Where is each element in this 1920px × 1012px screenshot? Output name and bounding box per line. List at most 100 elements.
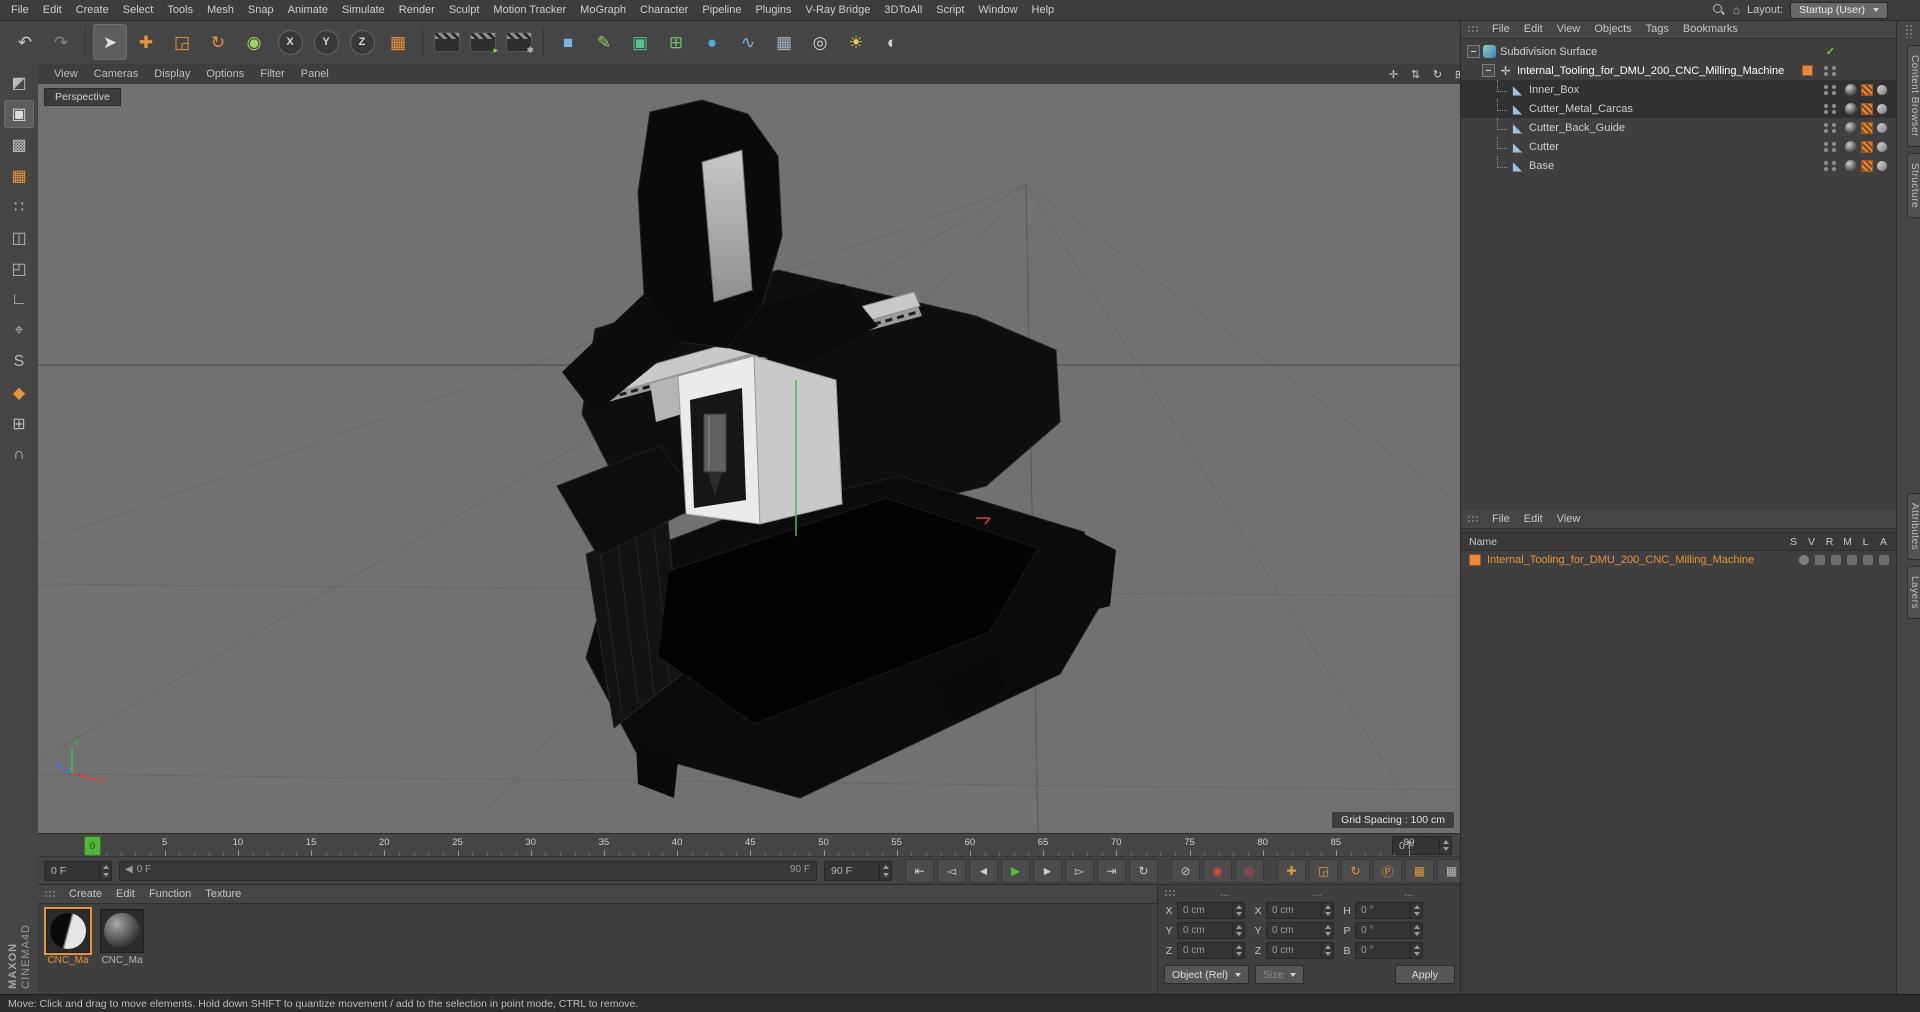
- material-menu-edit[interactable]: Edit: [109, 887, 142, 901]
- search-icon[interactable]: [1712, 3, 1726, 17]
- spinner[interactable]: [1232, 943, 1244, 958]
- phong-tag-icon[interactable]: [1877, 141, 1887, 152]
- visibility-dot-icon[interactable]: [1824, 90, 1828, 95]
- om-menu-objects[interactable]: Objects: [1587, 22, 1638, 36]
- spinner[interactable]: [1321, 923, 1333, 938]
- column-header-l[interactable]: L: [1860, 536, 1871, 548]
- redo-button[interactable]: ↷: [44, 24, 78, 60]
- layer-color-chip[interactable]: [1469, 553, 1481, 566]
- object-row-cutter-metal-carcas[interactable]: ◣ Cutter_Metal_Carcas: [1461, 99, 1897, 118]
- texture-tag-icon[interactable]: [1861, 83, 1873, 96]
- visibility-dot-icon[interactable]: [1831, 71, 1836, 76]
- apply-button[interactable]: Apply: [1394, 965, 1455, 984]
- coordinate-field-z-1[interactable]: 0 cm: [1266, 942, 1334, 959]
- panel-grip[interactable]: [1904, 24, 1914, 38]
- axis-mode-button[interactable]: ∟: [4, 286, 34, 314]
- visibility-dot-icon[interactable]: [1831, 122, 1836, 127]
- spinner[interactable]: [99, 862, 111, 880]
- current-frame-marker[interactable]: 0: [84, 836, 101, 856]
- material-tag-icon[interactable]: [1845, 121, 1857, 134]
- visibility-dot-icon[interactable]: [1824, 109, 1828, 114]
- size-mode-dropdown[interactable]: Size: [1255, 965, 1305, 984]
- key-rotation-button[interactable]: ↻: [1341, 859, 1370, 883]
- visibility-dots[interactable]: [1824, 160, 1837, 171]
- visibility-dot-icon[interactable]: [1824, 84, 1828, 89]
- render-toggle[interactable]: [1831, 554, 1841, 565]
- visibility-dot-icon[interactable]: [1824, 65, 1828, 70]
- coordinate-field-y-1[interactable]: 0 cm: [1266, 922, 1334, 939]
- spline-tool-button[interactable]: ∿: [731, 24, 765, 60]
- scale-tool-button[interactable]: ◲: [165, 24, 199, 60]
- phong-tag-icon[interactable]: [1877, 160, 1887, 171]
- object-row-inner-box[interactable]: ◣ Inner_Box: [1461, 80, 1897, 99]
- viewport-menu-panel[interactable]: Panel: [293, 67, 337, 81]
- column-header-v[interactable]: V: [1806, 536, 1817, 548]
- menu-simulate[interactable]: Simulate: [335, 3, 392, 17]
- next-frame-button[interactable]: ►: [1033, 859, 1062, 883]
- rotate-view-button[interactable]: ↻: [1429, 67, 1446, 82]
- menu-help[interactable]: Help: [1025, 3, 1062, 17]
- preview-range-slider[interactable]: ◀ 0 F 90 F: [119, 861, 817, 881]
- edge-tab-attributes[interactable]: Attributes: [1907, 493, 1920, 561]
- visibility-dot-icon[interactable]: [1831, 90, 1836, 95]
- viewport-menu-filter[interactable]: Filter: [252, 67, 292, 81]
- material-menu-create[interactable]: Create: [62, 887, 109, 901]
- material-tag-icon[interactable]: [1845, 159, 1857, 172]
- menu-character[interactable]: Character: [633, 3, 695, 17]
- keying-settings-button[interactable]: ◎: [1235, 859, 1264, 883]
- menu-pipeline[interactable]: Pipeline: [695, 3, 748, 17]
- animate-toggle[interactable]: [1879, 554, 1889, 565]
- subdivision-surface-tool-button[interactable]: ▣: [623, 24, 657, 60]
- spinner[interactable]: [1410, 923, 1422, 938]
- viewport-menu-options[interactable]: Options: [198, 67, 252, 81]
- visibility-dot-icon[interactable]: [1831, 141, 1836, 146]
- zoom-view-button[interactable]: ⇅: [1407, 67, 1424, 82]
- phong-tag-icon[interactable]: [1877, 84, 1887, 95]
- menu-animate[interactable]: Animate: [281, 3, 335, 17]
- view-toggle[interactable]: [1815, 554, 1825, 565]
- spinner[interactable]: [1232, 923, 1244, 938]
- layer-row[interactable]: Internal_Tooling_for_DMU_200_CNC_Milling…: [1461, 550, 1897, 569]
- menu-snap[interactable]: Snap: [241, 3, 281, 17]
- coordinate-field-y-0[interactable]: 0 cm: [1177, 922, 1245, 939]
- visibility-dot-icon[interactable]: [1824, 166, 1828, 171]
- phong-tag-icon[interactable]: [1877, 103, 1887, 114]
- key-position-button[interactable]: ✚: [1277, 859, 1306, 883]
- coordinate-field-b-2[interactable]: 0 °: [1355, 942, 1423, 959]
- current-frame-field[interactable]: 0 F: [44, 861, 112, 881]
- panel-grip[interactable]: [1467, 24, 1480, 34]
- coordinate-system-button[interactable]: ▦: [381, 24, 415, 60]
- visibility-dot-icon[interactable]: [1824, 71, 1828, 76]
- layer-chip[interactable]: [1802, 65, 1813, 76]
- object-mode-dropdown[interactable]: Object (Rel): [1164, 965, 1250, 984]
- visibility-dot-icon[interactable]: [1824, 160, 1828, 165]
- render-view-button[interactable]: [430, 24, 464, 60]
- polygons-mode-button[interactable]: ◰: [4, 255, 34, 283]
- visibility-dot-icon[interactable]: [1824, 147, 1828, 152]
- visibility-dot-icon[interactable]: [1831, 84, 1836, 89]
- column-header-a[interactable]: A: [1878, 536, 1889, 548]
- material-menu-texture[interactable]: Texture: [198, 887, 248, 901]
- end-frame-field[interactable]: 90 F: [824, 861, 892, 881]
- x-axis-lock-button[interactable]: X: [273, 24, 307, 60]
- coordinate-field-h-2[interactable]: 0 °: [1355, 902, 1423, 919]
- material-item-1[interactable]: CNC_Ma: [98, 909, 146, 966]
- om-menu-view[interactable]: View: [1550, 22, 1588, 36]
- material-tag-icon[interactable]: [1845, 140, 1857, 153]
- om-menu-file[interactable]: File: [1485, 22, 1517, 36]
- visibility-dot-icon[interactable]: [1824, 122, 1828, 127]
- spinner[interactable]: [1321, 903, 1333, 918]
- menu-3dtoall[interactable]: 3DToAll: [877, 3, 929, 17]
- spinner[interactable]: [1410, 943, 1422, 958]
- material-item-0[interactable]: CNC_Ma: [44, 907, 92, 966]
- visibility-dot-icon[interactable]: [1831, 109, 1836, 114]
- menu-motion-tracker[interactable]: Motion Tracker: [486, 3, 573, 17]
- frame-number-field[interactable]: 0 F: [1392, 836, 1452, 855]
- camera-button[interactable]: ◎: [803, 24, 837, 60]
- go-to-start-button[interactable]: ⇤: [905, 859, 934, 883]
- next-key-button[interactable]: ▻: [1065, 859, 1094, 883]
- spinner[interactable]: [1410, 903, 1422, 918]
- menu-sculpt[interactable]: Sculpt: [442, 3, 487, 17]
- lock-toggle[interactable]: [1863, 554, 1873, 565]
- menu-v-ray-bridge[interactable]: V-Ray Bridge: [799, 3, 878, 17]
